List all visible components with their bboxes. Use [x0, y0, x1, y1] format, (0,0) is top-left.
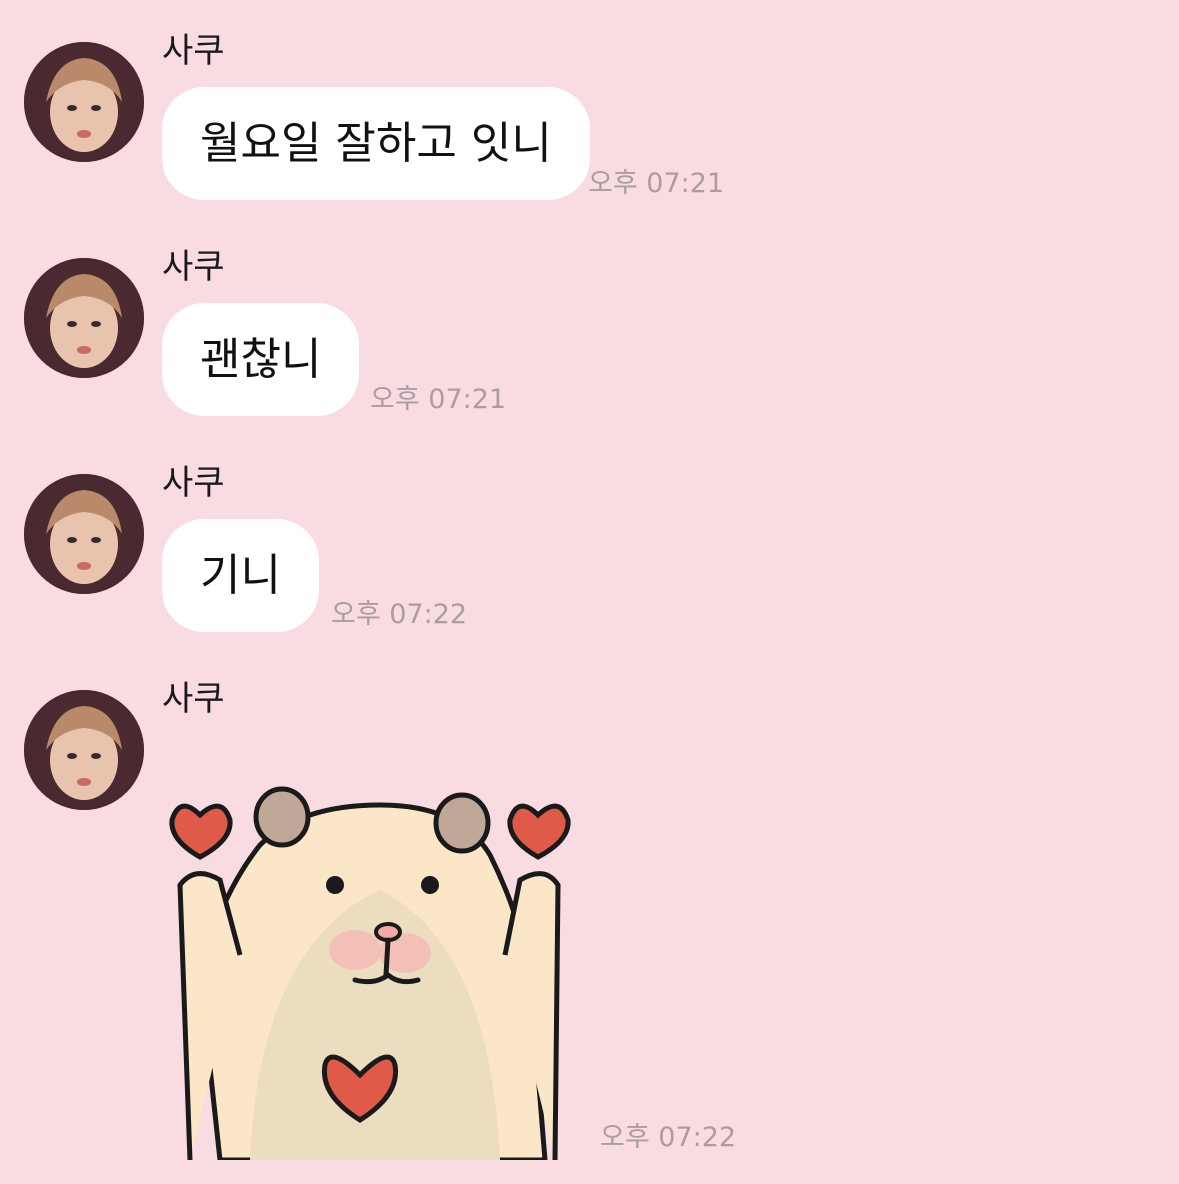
message-row: 사쿠 오후 07:22 — [0, 0, 1179, 1184]
hamster-hearts-sticker[interactable] — [160, 775, 580, 1163]
message-time: 오후 07:22 — [600, 1122, 737, 1153]
avatar[interactable] — [24, 690, 144, 810]
sender-name: 사쿠 — [162, 679, 225, 719]
